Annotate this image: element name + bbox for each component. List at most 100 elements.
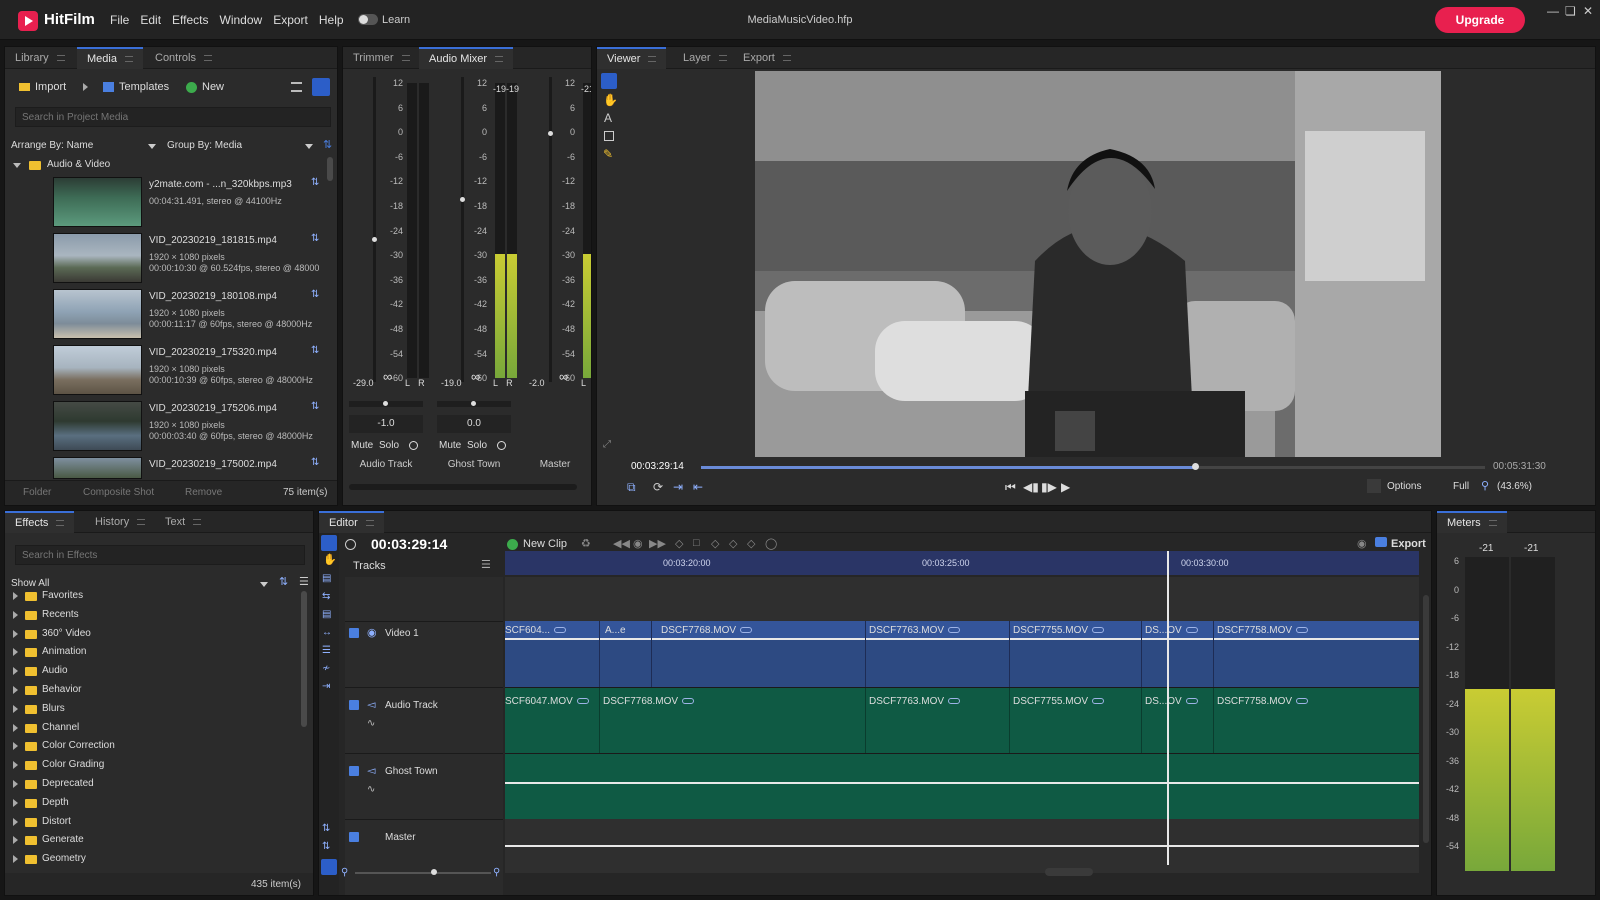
- slice-tool-icon[interactable]: ▤: [322, 573, 331, 584]
- pan-knob[interactable]: [471, 401, 476, 406]
- overlay-icon[interactable]: ⇤: [693, 480, 703, 494]
- effects-folder-item[interactable]: Channel: [5, 719, 295, 737]
- speaker-icon[interactable]: ◅: [367, 698, 375, 711]
- video-clip[interactable]: A...e: [605, 625, 626, 636]
- zoom-icon[interactable]: ⚲: [1481, 479, 1489, 492]
- timeline-playhead[interactable]: [1167, 551, 1169, 865]
- video-track-lane[interactable]: SCF604... A...e DSCF7768.MOV DSCF7763.MO…: [505, 621, 1419, 687]
- play-icon[interactable]: ▶: [1061, 480, 1070, 494]
- timeline-hand-tool-icon[interactable]: ✋: [323, 553, 337, 566]
- timeline-select-tool-icon[interactable]: [321, 535, 337, 551]
- levels-toggle-icon[interactable]: ⇅: [322, 841, 330, 852]
- record-icon[interactable]: ◉: [633, 537, 643, 550]
- tab-effects[interactable]: Effects: [5, 511, 75, 533]
- effects-search-input[interactable]: [15, 545, 305, 565]
- waveform-icon[interactable]: ∿: [367, 784, 375, 795]
- select-tool-icon[interactable]: [601, 73, 617, 89]
- media-scrollbar[interactable]: [327, 157, 333, 181]
- video-clip[interactable]: DSCF7755.MOV: [1013, 625, 1105, 636]
- pan-value-field[interactable]: 0.0: [437, 415, 511, 433]
- fit-icon[interactable]: ⧉: [627, 480, 636, 495]
- mixer-scrollbar[interactable]: [349, 484, 577, 490]
- composite-shot-button[interactable]: Composite Shot: [83, 487, 154, 498]
- media-search-input[interactable]: [15, 107, 331, 127]
- effects-folder-item[interactable]: Color Grading: [5, 756, 295, 774]
- new-button[interactable]: New: [202, 81, 224, 93]
- hand-tool-icon[interactable]: ✋: [603, 93, 618, 107]
- audio-clip[interactable]: DSCF7763.MOV: [869, 696, 961, 707]
- speaker-icon[interactable]: ◅: [367, 764, 375, 777]
- keyframe-icon[interactable]: ◇: [675, 537, 683, 550]
- resize-icon[interactable]: ⤢: [603, 439, 611, 450]
- track-folder-icon[interactable]: [349, 832, 359, 842]
- media-item-settings-icon[interactable]: ⇅: [311, 345, 319, 356]
- effects-folder-item[interactable]: Generate: [5, 831, 295, 849]
- editor-timecode[interactable]: 00:03:29:14: [371, 536, 447, 552]
- folder-audio-video[interactable]: Audio & Video: [47, 159, 110, 170]
- options-dropdown[interactable]: Options: [1387, 481, 1421, 492]
- audio-clip[interactable]: DS...OV: [1145, 696, 1198, 707]
- group-by-select[interactable]: Group By: Media: [167, 140, 242, 151]
- track-folder-icon[interactable]: [349, 700, 359, 710]
- volume-fader-track[interactable]: [373, 77, 376, 383]
- effects-folder-item[interactable]: Color Correction: [5, 737, 295, 755]
- quality-dropdown[interactable]: Full: [1453, 481, 1469, 492]
- pan-slider[interactable]: [437, 401, 511, 407]
- folder-expand-icon[interactable]: [13, 686, 18, 694]
- effects-folder-item[interactable]: 360° Video: [5, 625, 295, 643]
- minimize-icon[interactable]: —: [1547, 4, 1559, 18]
- video-clip[interactable]: DSCF7763.MOV: [869, 625, 961, 636]
- snap-tool-icon[interactable]: ⇥: [322, 681, 330, 692]
- visibility-eye-icon[interactable]: ◉: [367, 626, 377, 639]
- folder-expand-icon[interactable]: [13, 855, 18, 864]
- marker-icon[interactable]: □: [693, 537, 700, 549]
- zoom-slider-handle[interactable]: [431, 869, 437, 875]
- volume-fader-track[interactable]: [549, 77, 552, 383]
- timeline-vertical-scrollbar[interactable]: [1423, 595, 1429, 843]
- tracks-menu-icon[interactable]: ☰: [481, 558, 491, 571]
- keyframe-prev-icon[interactable]: ◇: [711, 537, 719, 550]
- menu-help[interactable]: Help: [319, 13, 344, 27]
- track-header-master[interactable]: Master: [345, 819, 503, 865]
- effects-scrollbar[interactable]: [301, 591, 307, 727]
- pen-tool-icon[interactable]: ✎: [603, 147, 613, 161]
- master-level-line[interactable]: [505, 845, 1419, 847]
- import-arrow-icon[interactable]: [83, 83, 88, 91]
- media-thumbnail[interactable]: [53, 401, 142, 451]
- folder-expand-icon[interactable]: [13, 761, 18, 770]
- playhead-handle[interactable]: [1191, 463, 1199, 470]
- tab-library[interactable]: Library: [5, 47, 75, 69]
- group-chevron-down-icon[interactable]: [305, 144, 313, 149]
- folder-expand-icon[interactable]: [13, 817, 18, 826]
- media-item-settings-icon[interactable]: ⇅: [311, 401, 319, 412]
- menu-file[interactable]: File: [110, 13, 129, 27]
- zoom-level[interactable]: (43.6%): [1497, 481, 1532, 492]
- menu-edit[interactable]: Edit: [140, 13, 161, 27]
- fader-knob[interactable]: [460, 197, 465, 202]
- media-thumbnail[interactable]: [53, 457, 142, 479]
- track-header-video-1[interactable]: ◉ Video 1: [345, 621, 503, 687]
- sort-icon[interactable]: ⇅: [323, 138, 332, 151]
- roll-tool-icon[interactable]: ↔: [322, 627, 332, 638]
- media-thumbnail[interactable]: [53, 289, 142, 339]
- loop-icon[interactable]: ⟳: [653, 480, 663, 494]
- track-header-audio-track[interactable]: ◅ Audio Track ∿: [345, 687, 503, 753]
- audio-clip[interactable]: DSCF7755.MOV: [1013, 696, 1105, 707]
- video-clip[interactable]: DS...OV: [1145, 625, 1198, 636]
- list-view-icon[interactable]: [291, 82, 302, 92]
- render-icon[interactable]: ◉: [1357, 537, 1367, 550]
- tab-controls[interactable]: Controls: [145, 47, 222, 69]
- media-item-name[interactable]: VID_20230219_175320.mp4: [149, 347, 277, 358]
- pan-slider[interactable]: [349, 401, 423, 407]
- media-item-name[interactable]: VID_20230219_180108.mp4: [149, 291, 277, 302]
- mute-button[interactable]: Mute: [351, 440, 373, 451]
- tab-audio-mixer[interactable]: Audio Mixer: [419, 47, 514, 69]
- next-edit-icon[interactable]: ▶▶: [649, 537, 666, 550]
- ripple-tool-icon[interactable]: ▤: [322, 609, 331, 620]
- detail-view-icon[interactable]: [312, 78, 330, 96]
- remove-button[interactable]: Remove: [185, 487, 222, 498]
- step-forward-icon[interactable]: ▮▶: [1041, 480, 1057, 494]
- slip-tool-icon[interactable]: ⇆: [322, 591, 330, 602]
- effects-folder-item[interactable]: Favorites: [5, 587, 295, 605]
- video-clip[interactable]: DSCF7768.MOV: [661, 625, 753, 636]
